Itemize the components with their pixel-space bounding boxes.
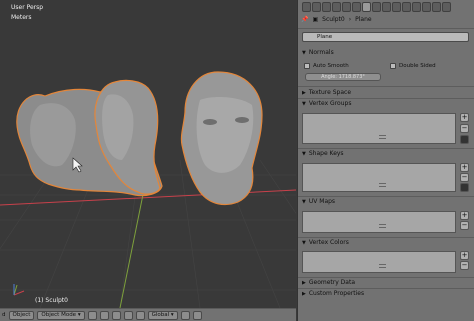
units-label: Meters <box>11 14 32 21</box>
tab-extra-1[interactable] <box>412 2 421 12</box>
panel-shape-keys-header[interactable]: ▼ Shape Keys <box>302 149 470 158</box>
breadcrumb-arrow-icon: › <box>348 15 352 23</box>
pivot-icon[interactable] <box>99 310 109 320</box>
rotate-icon[interactable] <box>135 310 145 320</box>
data-name-field[interactable]: Plane <box>302 32 469 42</box>
tab-scene[interactable] <box>312 2 321 12</box>
add-shape-key-button[interactable]: + <box>460 163 469 172</box>
layers-icon-2[interactable] <box>192 310 202 320</box>
tab-render[interactable] <box>302 2 311 12</box>
resize-grip[interactable] <box>379 224 386 228</box>
breadcrumb-data: Plane <box>355 15 372 23</box>
menu-label[interactable]: d <box>2 312 6 318</box>
collapsed-triangle-icon: ▶ <box>302 89 306 96</box>
translate-icon[interactable] <box>123 310 133 320</box>
vertex-colors-list[interactable] <box>302 251 456 273</box>
panel-vertex-colors-header[interactable]: ▼ Vertex Colors <box>302 238 470 247</box>
tab-extra-3[interactable] <box>432 2 441 12</box>
3d-viewport[interactable]: User Persp Meters (1) Sculpt0 <box>0 0 296 308</box>
panel-normals-label: Normals <box>308 49 334 56</box>
add-uv-map-button[interactable]: + <box>460 211 469 220</box>
panel-shape-keys-label: Shape Keys <box>308 150 344 157</box>
angle-field: Angle: 1718.873° <box>305 73 381 81</box>
expanded-triangle-icon: ▼ <box>302 150 306 157</box>
add-vertex-color-button[interactable]: + <box>460 251 469 260</box>
panel-normals-header[interactable]: ▼ Normals <box>302 48 470 57</box>
tab-physics[interactable] <box>402 2 411 12</box>
panel-vertex-groups-label: Vertex Groups <box>308 100 352 107</box>
layers-icon[interactable] <box>180 310 190 320</box>
auto-smooth-row[interactable]: Auto Smooth <box>304 63 349 69</box>
tab-world[interactable] <box>322 2 331 12</box>
panel-vertex-colors-label: Vertex Colors <box>308 239 349 246</box>
remove-vertex-color-button[interactable]: − <box>460 261 469 270</box>
active-object-info: (1) Sculpt0 <box>35 297 68 304</box>
mode-select[interactable]: Object Mode ▾ <box>37 310 85 320</box>
pin-icon[interactable]: 📌 <box>301 16 308 23</box>
expanded-triangle-icon: ▼ <box>302 198 306 205</box>
resize-grip[interactable] <box>379 183 386 187</box>
divider <box>298 28 474 29</box>
view-label: User Persp <box>11 4 44 11</box>
tab-constraints[interactable] <box>342 2 351 12</box>
double-sided-label: Double Sided <box>399 63 436 69</box>
uv-maps-list[interactable] <box>302 211 456 233</box>
expanded-triangle-icon: ▼ <box>302 239 306 246</box>
auto-smooth-label: Auto Smooth <box>313 63 349 69</box>
tab-extra-2[interactable] <box>422 2 431 12</box>
collapsed-triangle-icon: ▶ <box>302 290 306 297</box>
tab-material[interactable] <box>372 2 381 12</box>
panel-texture-space-label: Texture Space <box>308 89 352 96</box>
breadcrumb-object: Sculpt0 <box>322 15 345 23</box>
panel-custom-properties-header[interactable]: ▶ Custom Properties <box>302 289 470 298</box>
tab-texture[interactable] <box>382 2 391 12</box>
resize-grip[interactable] <box>379 135 386 139</box>
shading-icon[interactable] <box>87 310 97 320</box>
orientation-select[interactable]: Global ▾ <box>147 310 178 320</box>
collapsed-triangle-icon: ▶ <box>302 279 306 286</box>
vertex-group-specials-button[interactable] <box>460 135 469 144</box>
tab-particles[interactable] <box>392 2 401 12</box>
panel-vertex-groups-header[interactable]: ▼ Vertex Groups <box>302 99 470 108</box>
panel-geometry-data-label: Geometry Data <box>308 279 356 286</box>
tab-data[interactable] <box>362 2 371 12</box>
panel-geometry-data-header[interactable]: ▶ Geometry Data <box>302 278 470 287</box>
viewport-scene <box>0 71 296 308</box>
double-sided-checkbox[interactable] <box>390 63 396 69</box>
properties-tabs <box>302 2 451 13</box>
tab-modifiers[interactable] <box>352 2 361 12</box>
resize-grip[interactable] <box>379 264 386 268</box>
axis-gizmo-icon <box>13 284 25 296</box>
panel-uv-maps-header[interactable]: ▼ UV Maps <box>302 197 470 206</box>
orientation-label: Global <box>151 312 170 318</box>
shape-key-specials-button[interactable] <box>460 183 469 192</box>
remove-shape-key-button[interactable]: − <box>460 173 469 182</box>
properties-editor: 📌 ▣ Sculpt0 › Plane Plane ▼ Normals Auto … <box>297 0 474 321</box>
divider <box>298 86 474 87</box>
panel-texture-space-header[interactable]: ▶ Texture Space <box>302 88 470 97</box>
object-icon: ▣ <box>312 15 319 23</box>
3d-view-header: d Object Object Mode ▾ Global ▾ <box>0 308 296 321</box>
tab-extra-4[interactable] <box>442 2 451 12</box>
panel-uv-maps-label: UV Maps <box>308 198 336 205</box>
auto-smooth-checkbox[interactable] <box>304 63 310 69</box>
remove-uv-map-button[interactable]: − <box>460 221 469 230</box>
sculpt-head-right <box>180 71 263 206</box>
object-menu[interactable]: Object <box>8 310 35 320</box>
panel-custom-properties-label: Custom Properties <box>308 290 365 297</box>
expanded-triangle-icon: ▼ <box>302 100 306 107</box>
vertex-groups-list[interactable] <box>302 113 456 144</box>
add-vertex-group-button[interactable]: + <box>460 113 469 122</box>
double-sided-row[interactable]: Double Sided <box>390 63 436 69</box>
breadcrumb: 📌 ▣ Sculpt0 › Plane <box>301 14 372 24</box>
tab-object[interactable] <box>332 2 341 12</box>
manipulator-icon[interactable] <box>111 310 121 320</box>
shape-keys-list[interactable] <box>302 163 456 192</box>
remove-vertex-group-button[interactable]: − <box>460 124 469 133</box>
mode-select-label: Object Mode <box>41 312 77 318</box>
expanded-triangle-icon: ▼ <box>302 49 306 56</box>
